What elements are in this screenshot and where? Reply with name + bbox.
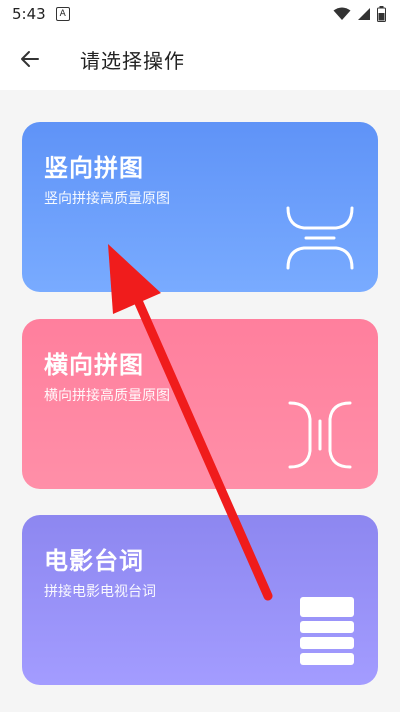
content-area: 竖向拼图 竖向拼接高质量原图 横向拼图 横向拼接高质量原图 电影台词 拼接电影电…	[0, 90, 400, 712]
top-app-bar: 请选择操作	[0, 28, 400, 90]
arrow-left-icon	[21, 51, 39, 67]
vertical-stitch-icon	[286, 206, 354, 270]
wifi-icon	[333, 7, 351, 20]
vertical-stitch-card[interactable]: 竖向拼图 竖向拼接高质量原图	[22, 122, 378, 292]
status-time: 5:43	[12, 5, 46, 23]
subtitle-stack-icon	[300, 597, 354, 665]
card-title: 电影台词	[44, 547, 144, 575]
card-subtitle: 横向拼接高质量原图	[44, 388, 170, 404]
notification-app-icon: A	[55, 7, 70, 21]
card-title: 竖向拼图	[44, 154, 144, 182]
card-subtitle: 竖向拼接高质量原图	[44, 191, 170, 207]
card-title: 横向拼图	[44, 351, 144, 379]
battery-icon	[377, 6, 386, 22]
cellular-signal-icon	[358, 8, 370, 20]
movie-subtitle-card[interactable]: 电影台词 拼接电影电视台词	[22, 515, 378, 685]
page-title: 请选择操作	[80, 48, 185, 73]
horizontal-stitch-card[interactable]: 横向拼图 横向拼接高质量原图	[22, 319, 378, 489]
back-button[interactable]	[0, 28, 60, 90]
card-subtitle: 拼接电影电视台词	[44, 584, 156, 600]
status-bar: 5:43 A	[0, 0, 400, 28]
horizontal-stitch-icon	[288, 401, 352, 469]
